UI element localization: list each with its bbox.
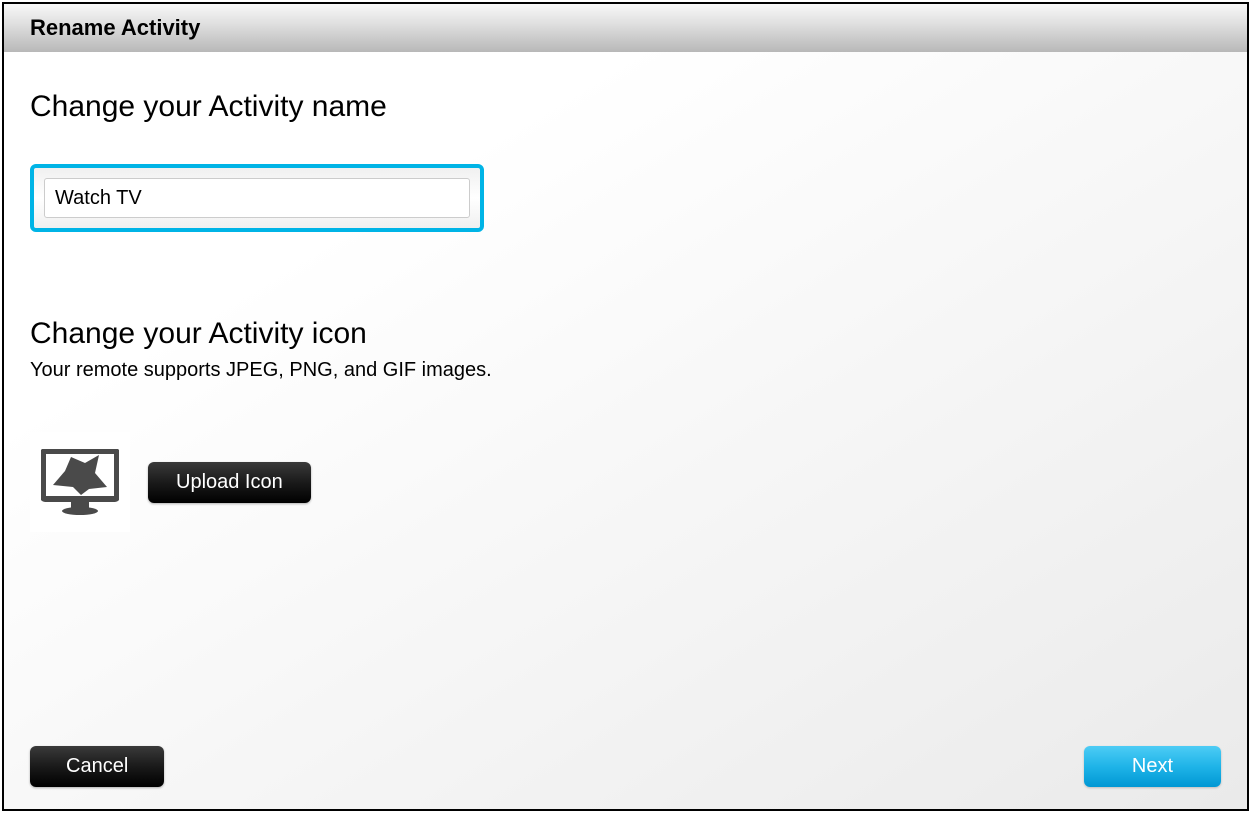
activity-name-input-wrapper [30,164,484,232]
icon-preview [30,432,130,532]
cancel-button[interactable]: Cancel [30,746,164,787]
activity-icon-subtext: Your remote supports JPEG, PNG, and GIF … [30,359,1221,382]
dialog-footer: Cancel Next [30,746,1221,787]
dialog-content: Change your Activity name Change your Ac… [4,52,1247,809]
dialog-title: Rename Activity [30,15,200,41]
activity-name-input[interactable] [44,178,470,218]
icon-upload-row: Upload Icon [30,432,1221,532]
activity-name-heading: Change your Activity name [30,90,1221,124]
dialog-header: Rename Activity [4,4,1247,52]
tv-star-icon [41,449,119,515]
upload-icon-button[interactable]: Upload Icon [148,462,311,503]
activity-icon-heading: Change your Activity icon [30,317,1221,351]
rename-activity-dialog: Rename Activity Change your Activity nam… [2,2,1249,811]
next-button[interactable]: Next [1084,746,1221,787]
